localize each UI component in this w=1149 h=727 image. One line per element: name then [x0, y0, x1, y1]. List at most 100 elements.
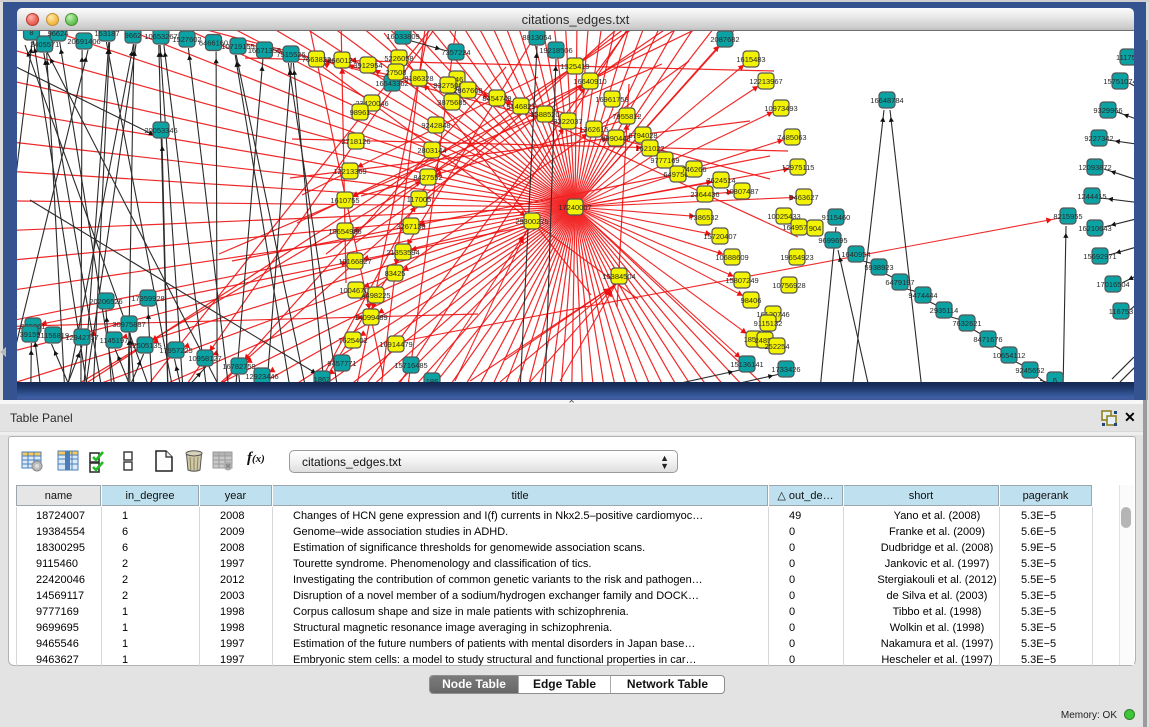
svg-text:16961758: 16961758: [595, 95, 628, 104]
svg-text:2364436: 2364436: [690, 190, 719, 199]
svg-text:111754: 111754: [1116, 53, 1134, 62]
svg-text:19166827: 19166827: [338, 257, 371, 266]
svg-text:7386532: 7386532: [689, 213, 718, 222]
svg-text:1640954: 1640954: [841, 250, 870, 259]
svg-text:15136141: 15136141: [730, 360, 763, 369]
svg-text:15751074: 15751074: [1103, 77, 1134, 86]
svg-text:96624: 96624: [48, 31, 69, 38]
svg-text:12923446: 12923446: [245, 372, 278, 381]
svg-text:98961: 98961: [350, 108, 371, 117]
svg-text:5226058: 5226058: [384, 54, 413, 63]
svg-text:9227342: 9227342: [1084, 134, 1113, 143]
svg-text:9474444: 9474444: [908, 291, 937, 300]
svg-text:1733426: 1733426: [771, 365, 800, 374]
svg-text:8660124: 8660124: [327, 56, 356, 65]
svg-text:10807487: 10807487: [725, 187, 758, 196]
svg-text:9699695: 9699695: [818, 236, 847, 245]
svg-text:1862: 1862: [314, 375, 331, 382]
svg-text:16648784: 16648784: [870, 96, 903, 105]
svg-text:12213967: 12213967: [749, 77, 782, 86]
svg-text:20206526: 20206526: [89, 297, 122, 306]
svg-text:19654923: 19654923: [780, 253, 813, 262]
svg-text:116753: 116753: [1109, 307, 1133, 316]
svg-text:15807249: 15807249: [725, 276, 758, 285]
svg-text:746266: 746266: [681, 165, 706, 174]
svg-text:20691406: 20691406: [67, 37, 100, 46]
svg-text:10958127: 10958127: [188, 354, 221, 363]
svg-text:6794028: 6794028: [628, 131, 657, 140]
svg-text:3267130: 3267130: [396, 222, 425, 231]
svg-text:8471676: 8471676: [973, 335, 1002, 344]
svg-text:15716485: 15716485: [394, 361, 427, 370]
svg-text:3624514: 3624514: [706, 176, 735, 185]
svg-text:10688609: 10688609: [715, 253, 748, 262]
svg-text:9463627: 9463627: [789, 193, 818, 202]
svg-text:1325419: 1325419: [560, 62, 589, 71]
svg-text:12942757: 12942757: [65, 333, 98, 342]
svg-text:83425: 83425: [385, 269, 406, 278]
svg-text:9242848: 9242848: [421, 121, 450, 130]
svg-text:17016504: 17016504: [1096, 280, 1129, 289]
svg-text:7357224: 7357224: [441, 48, 470, 57]
svg-text:6479197: 6479197: [885, 278, 914, 287]
svg-text:17359928: 17359928: [131, 294, 164, 303]
svg-text:21353594: 21353594: [386, 248, 419, 257]
svg-text:12213369: 12213369: [333, 167, 366, 176]
svg-text:7632621: 7632621: [952, 319, 981, 328]
svg-text:7955812: 7955812: [612, 112, 641, 121]
svg-text:9457771: 9457771: [327, 359, 356, 368]
svg-text:1362615: 1362615: [579, 125, 608, 134]
svg-text:16914479: 16914479: [379, 340, 412, 349]
svg-text:8813054: 8813054: [522, 33, 551, 42]
svg-text:15720407: 15720407: [703, 232, 736, 241]
svg-text:8427552: 8427552: [413, 173, 442, 182]
svg-text:11156819: 11156819: [37, 331, 69, 340]
svg-text:12505135: 12505135: [128, 341, 161, 350]
svg-text:9245652: 9245652: [1015, 366, 1044, 375]
svg-text:12093872: 12093872: [1078, 163, 1111, 172]
svg-text:1615483: 1615483: [736, 55, 765, 64]
svg-text:30975887: 30975887: [112, 320, 145, 329]
svg-text:9115460: 9115460: [822, 213, 851, 222]
svg-text:10654112: 10654112: [993, 351, 1026, 360]
svg-text:7625402: 7625402: [338, 336, 367, 345]
svg-text:16782759: 16782759: [222, 362, 255, 371]
svg-text:3875685: 3875685: [437, 98, 466, 107]
svg-text:117005: 117005: [407, 195, 431, 204]
svg-text:19654985: 19654985: [328, 227, 361, 236]
svg-text:15384504: 15384504: [602, 272, 635, 281]
svg-text:98406: 98406: [741, 296, 762, 305]
svg-text:19218506: 19218506: [539, 46, 572, 55]
svg-text:8322037: 8322037: [553, 117, 582, 126]
svg-text:3912954: 3912954: [353, 61, 382, 70]
svg-text:8186328: 8186328: [404, 74, 433, 83]
svg-text:252254: 252254: [764, 342, 789, 351]
svg-text:10973493: 10973493: [764, 104, 797, 113]
svg-text:10756928: 10756928: [772, 281, 805, 290]
svg-text:29300275: 29300275: [515, 217, 548, 226]
svg-text:904: 904: [809, 224, 822, 233]
svg-text:14099489: 14099489: [354, 313, 387, 322]
svg-text:8215955: 8215955: [1053, 212, 1082, 221]
svg-text:8: 8: [29, 31, 33, 37]
svg-text:16033809: 16033809: [386, 32, 419, 41]
svg-text:5938923: 5938923: [864, 263, 893, 272]
svg-text:153187: 153187: [94, 31, 119, 38]
svg-text:16210643: 16210643: [1078, 224, 1111, 233]
svg-text:9777169: 9777169: [650, 156, 679, 165]
svg-text:1145197: 1145197: [100, 336, 129, 345]
svg-text:4498225: 4498225: [361, 291, 390, 300]
svg-text:15692971: 15692971: [1083, 252, 1116, 261]
svg-text:2718126: 2718126: [341, 137, 370, 146]
svg-text:7485063: 7485063: [777, 133, 806, 142]
svg-text:1610755: 1610755: [330, 196, 359, 205]
svg-text:16640910: 16640910: [573, 77, 606, 86]
svg-text:20053346: 20053346: [144, 126, 177, 135]
svg-text:2803144: 2803144: [417, 146, 446, 155]
svg-text:2087682: 2087682: [710, 35, 739, 44]
svg-text:9115132: 9115132: [754, 319, 783, 328]
svg-text:17240007: 17240007: [558, 203, 591, 212]
svg-text:8990448: 8990448: [601, 134, 630, 143]
svg-text:9329966: 9329966: [1093, 106, 1122, 115]
svg-text:1244415: 1244415: [1077, 192, 1106, 201]
